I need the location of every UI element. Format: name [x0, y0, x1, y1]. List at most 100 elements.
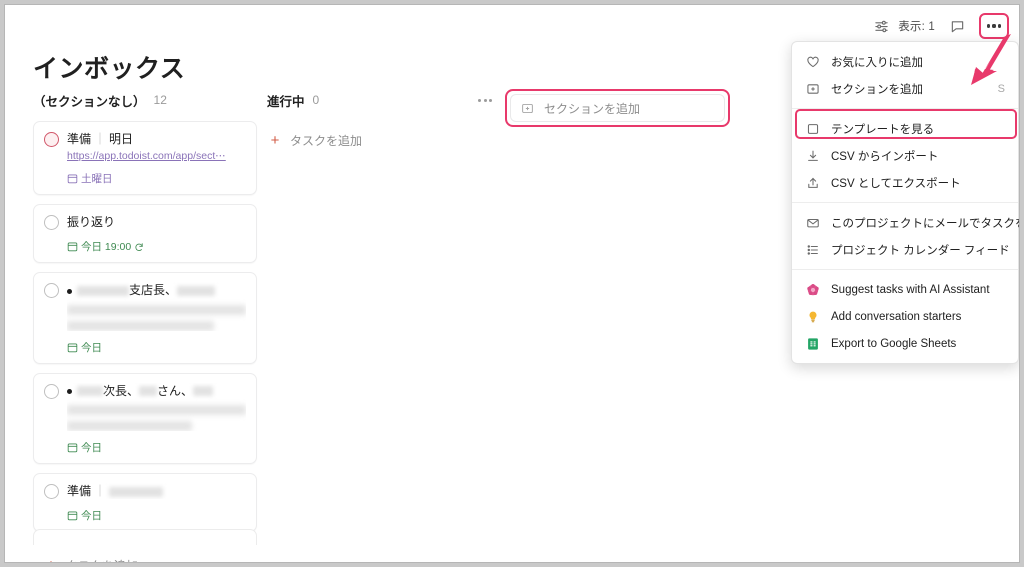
menu-item-browse-templates[interactable]: テンプレートを見る: [792, 115, 1018, 142]
partial-card-peek: [33, 529, 257, 545]
task-checkbox[interactable]: [44, 483, 59, 499]
column-header: （セクションなし） 12: [33, 89, 257, 111]
menu-divider: [792, 108, 1018, 109]
task-visible-fragment: 次長、: [103, 383, 140, 398]
add-section-column: セクションを追加: [505, 89, 730, 127]
top-toolbar: 表示: 1: [874, 13, 1009, 39]
add-section-label: セクションを追加: [544, 101, 641, 116]
menu-item-ai-suggest-tasks[interactable]: Suggest tasks with AI Assistant: [792, 276, 1018, 303]
ai-assistant-icon: [805, 283, 820, 297]
more-menu-button[interactable]: [979, 13, 1009, 39]
task-bullet-icon: [67, 288, 72, 294]
add-section-highlight: セクションを追加: [505, 89, 730, 127]
column-header: 進行中 0: [267, 89, 497, 111]
task-card[interactable]: 振り返り 今日 19:00: [33, 204, 257, 264]
task-content: 支店長、 今日: [67, 282, 246, 354]
column-title: （セクションなし）: [33, 94, 146, 109]
task-title-suffix: 明日: [109, 132, 134, 146]
task-title-prefix: 準備: [67, 132, 92, 146]
task-card[interactable]: 準備｜ 今日: [33, 472, 257, 532]
task-due-date[interactable]: 今日 19:00: [67, 239, 246, 254]
menu-item-label: Add conversation starters: [831, 310, 962, 323]
menu-item-export-csv[interactable]: CSV としてエクスポート: [792, 169, 1018, 196]
menu-divider: [792, 269, 1018, 270]
menu-item-shortcut: S: [997, 82, 1005, 95]
menu-item-label: セクションを追加: [831, 83, 923, 96]
board-column-in-progress: 進行中 0 + タスクを追加: [267, 89, 497, 156]
due-date-label: 今日 19:00: [81, 241, 132, 254]
add-section-icon: [522, 103, 533, 113]
menu-item-label: Export to Google Sheets: [831, 337, 957, 350]
sliders-icon[interactable]: [874, 19, 889, 34]
column-footer: + タスクを追加: [33, 529, 257, 562]
task-due-date[interactable]: 土曜日: [67, 171, 246, 186]
more-horizontal-icon: [986, 24, 1002, 28]
redacted-text: [67, 304, 246, 315]
add-task-button[interactable]: + タスクを追加: [267, 125, 497, 156]
plus-icon: +: [270, 132, 280, 149]
task-title: 準備｜: [67, 483, 246, 499]
recurring-icon: [135, 243, 143, 251]
task-content: 振り返り 今日 19:00: [67, 214, 246, 254]
task-visible-fragment: 支店長、: [129, 283, 178, 298]
task-due-date[interactable]: 今日: [67, 508, 246, 523]
mail-icon: [805, 216, 820, 230]
task-link[interactable]: https://app.todoist.com/app/sect⋯: [67, 150, 246, 162]
due-date-label: 土曜日: [81, 173, 113, 186]
menu-item-label: Suggest tasks with AI Assistant: [831, 283, 990, 296]
task-checkbox[interactable]: [44, 383, 59, 399]
add-section-board-button[interactable]: セクションを追加: [510, 94, 725, 122]
menu-item-label: テンプレートを見る: [831, 123, 935, 136]
task-due-date[interactable]: 今日: [67, 440, 246, 455]
import-icon: [805, 149, 820, 163]
menu-item-conversation-starters[interactable]: Add conversation starters: [792, 303, 1018, 330]
column-more-menu-button[interactable]: [475, 95, 495, 106]
task-visible-fragment: さん、: [157, 383, 194, 398]
task-content: 準備｜明日 https://app.todoist.com/app/sect⋯ …: [67, 131, 246, 186]
board-column-no-section: （セクションなし） 12 準備｜明日 https://app.todoist.c…: [33, 89, 257, 541]
menu-item-calendar-feed[interactable]: プロジェクト カレンダー フィード: [792, 236, 1018, 263]
redacted-text: [67, 420, 193, 431]
task-checkbox[interactable]: [44, 132, 59, 147]
task-card[interactable]: 準備｜明日 https://app.todoist.com/app/sect⋯ …: [33, 121, 257, 196]
menu-item-label: このプロジェクトにメールでタスクを追加: [831, 217, 1019, 230]
menu-item-email-tasks[interactable]: このプロジェクトにメールでタスクを追加: [792, 209, 1019, 236]
task-card[interactable]: 次長、 さん、 今日: [33, 372, 257, 464]
task-content: 準備｜ 今日: [67, 483, 246, 523]
task-title: 支店長、: [67, 282, 246, 331]
menu-divider: [792, 202, 1018, 203]
todoist-app-window: 表示: 1 インボックス （セクションなし） 12 準備 ｜ 明日 https:…: [4, 4, 1020, 563]
redacted-text: [139, 386, 158, 397]
menu-item-label: CSV からインポート: [831, 150, 939, 163]
menu-item-label: プロジェクト カレンダー フィード: [831, 244, 1010, 257]
task-checkbox[interactable]: [44, 215, 59, 231]
column-count: 12: [153, 93, 167, 107]
google-sheets-icon: [805, 337, 820, 351]
view-count-label[interactable]: 表示: 1: [898, 18, 935, 34]
menu-item-export-google-sheets[interactable]: Export to Google Sheets: [792, 330, 1018, 357]
task-due-date[interactable]: 今日: [67, 340, 246, 355]
heart-icon: [805, 55, 820, 69]
menu-item-label: CSV としてエクスポート: [831, 177, 961, 190]
task-title: 振り返り: [67, 215, 116, 230]
redacted-text: [77, 386, 103, 397]
menu-item-add-section[interactable]: セクションを追加 S: [792, 75, 1018, 102]
menu-item-import-csv[interactable]: CSV からインポート: [792, 142, 1018, 169]
comment-icon[interactable]: [944, 15, 970, 37]
menu-item-add-favorite[interactable]: お気に入りに追加: [792, 48, 1018, 75]
template-icon: [805, 122, 820, 136]
add-task-label: タスクを追加: [66, 557, 138, 562]
add-task-button[interactable]: + タスクを追加: [33, 545, 257, 562]
menu-item-label: お気に入りに追加: [831, 56, 923, 69]
add-section-icon: [805, 82, 820, 96]
task-title-prefix: 準備: [67, 483, 92, 498]
task-title-separator: ｜: [94, 132, 107, 146]
export-icon: [805, 176, 820, 190]
task-card[interactable]: 支店長、 今日: [33, 272, 257, 364]
redacted-text: [177, 286, 216, 297]
due-date-label: 今日: [81, 441, 102, 454]
task-title: 準備｜明日: [67, 131, 246, 147]
redacted-text: [67, 404, 246, 415]
calendar-feed-icon: [805, 243, 820, 257]
task-checkbox[interactable]: [44, 283, 59, 299]
